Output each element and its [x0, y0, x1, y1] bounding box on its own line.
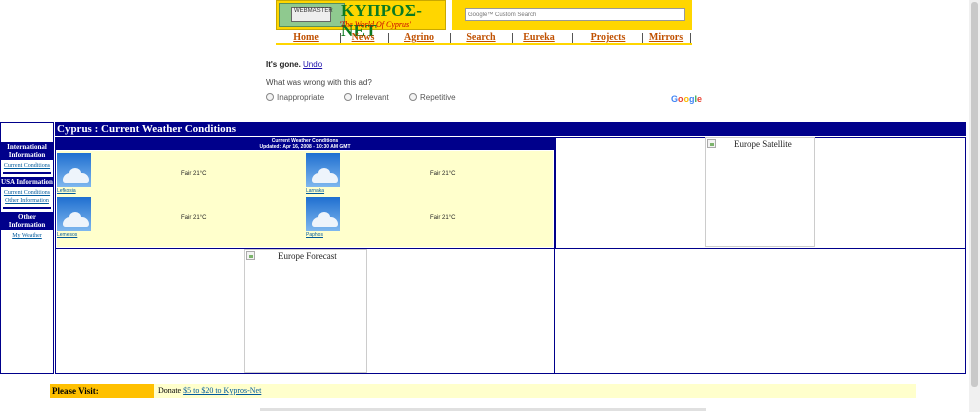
image-alt-text: Europe Forecast [278, 251, 337, 261]
weather-condition: Fair 21°C [181, 215, 207, 221]
weather-condition: Fair 21°C [181, 171, 207, 177]
sidebar-link-usa-current[interactable]: Current Conditions [1, 190, 53, 196]
radio-icon[interactable] [344, 93, 353, 101]
nav-eureka[interactable]: Eureka [514, 32, 564, 43]
weather-icon [57, 197, 91, 231]
city-link[interactable]: Lemesos [57, 232, 77, 238]
ad-gone-text: It's gone. [266, 60, 301, 69]
sidebar: International Information Current Condit… [0, 122, 54, 374]
weather-cell: Larnaka Fair 21°C [306, 151, 554, 195]
option-irrelevant[interactable]: Irrelevant [344, 93, 397, 102]
empty-panel [554, 248, 966, 374]
radio-icon[interactable] [408, 93, 417, 101]
nav-news[interactable]: News [342, 32, 384, 43]
vertical-scrollbar[interactable] [969, 0, 980, 412]
weather-cell: Paphos Fair 21°C [306, 195, 554, 239]
weather-condition: Fair 21°C [430, 171, 456, 177]
weather-grid: Lefkosia Fair 21°C Larnaka Fair 21°C Lem… [57, 151, 553, 247]
sidebar-divider [3, 172, 51, 174]
logo-banner: WEBMASTER [291, 7, 333, 22]
nav-mirrors[interactable]: Mirrors [644, 32, 688, 43]
search-input[interactable] [465, 8, 685, 21]
weather-updated: Updated: Apr 16, 2008 - 10:30 AM GMT [56, 144, 554, 150]
google-logo: Google [671, 94, 703, 104]
weather-icon [57, 153, 91, 187]
weather-cell: Lefkosia Fair 21°C [57, 151, 305, 195]
sidebar-heading-other: Other Information [1, 212, 53, 230]
weather-icon [306, 153, 340, 187]
broken-image-icon [246, 251, 255, 260]
undo-link[interactable]: Undo [303, 60, 322, 69]
ad-feedback: It's gone. Undo What was wrong with this… [266, 60, 474, 102]
city-link[interactable]: Lefkosia [57, 188, 76, 194]
sidebar-heading-international: International Information [1, 142, 53, 160]
site-logo[interactable]: WEBMASTER ΚΥΠΡΟΣ-NET 'The World Of Cypru… [276, 0, 446, 40]
sidebar-link-intl-current[interactable]: Current Conditions [1, 163, 53, 169]
sidebar-link-my-weather[interactable]: My Weather [1, 233, 53, 239]
donate-text: Donate $5 to $20 to Kypros-Net [158, 384, 261, 398]
page-title: Cyprus : Current Weather Conditions [55, 122, 966, 136]
weather-table: Current Weather Conditions Updated: Apr … [55, 137, 555, 249]
footer-divider [260, 408, 706, 411]
option-repetitive[interactable]: Repetitive [408, 93, 465, 102]
sidebar-link-usa-other[interactable]: Other Information [1, 198, 53, 204]
logo-subtitle: 'The World Of Cyprus' [339, 20, 411, 29]
europe-forecast-image[interactable]: Europe Forecast [244, 249, 367, 373]
main-nav: Home News Agrino Search Eureka Projects … [276, 32, 692, 45]
europe-satellite-image[interactable]: Europe Satellite [705, 137, 815, 247]
nav-search[interactable]: Search [452, 32, 510, 43]
broken-image-icon [707, 139, 716, 148]
ad-question: What was wrong with this ad? [266, 78, 372, 87]
nav-projects[interactable]: Projects [574, 32, 642, 43]
city-link[interactable]: Paphos [306, 232, 323, 238]
weather-condition: Fair 21°C [430, 215, 456, 221]
nav-agrino[interactable]: Agrino [390, 32, 448, 43]
city-link[interactable]: Larnaka [306, 188, 324, 194]
search-area [452, 0, 692, 30]
radio-icon[interactable] [266, 93, 274, 101]
sidebar-heading-usa: USA Information [1, 177, 53, 187]
nav-home[interactable]: Home [276, 32, 336, 43]
sidebar-divider [3, 207, 51, 209]
option-inappropriate[interactable]: Inappropriate [266, 93, 333, 102]
donate-link[interactable]: $5 to $20 to Kypros-Net [183, 386, 261, 395]
weather-cell: Lemesos Fair 21°C [57, 195, 305, 239]
donate-prefix: Donate [158, 386, 182, 395]
visit-label: Please Visit: [50, 384, 154, 398]
image-alt-text: Europe Satellite [734, 139, 792, 149]
scrollbar-thumb[interactable] [971, 2, 978, 387]
nav-underline [276, 43, 692, 45]
weather-icon [306, 197, 340, 231]
